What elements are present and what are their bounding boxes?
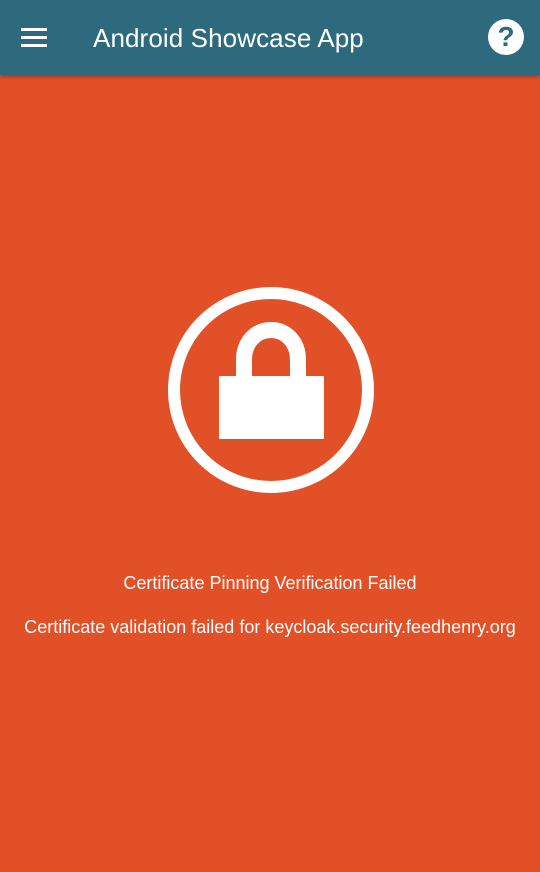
app-bar: Android Showcase App ? xyxy=(0,0,540,75)
padlock-icon xyxy=(168,287,374,493)
help-button[interactable]: ? xyxy=(488,19,524,55)
certificate-pinning-content: Certificate Pinning Verification Failed … xyxy=(0,75,540,872)
hamburger-menu-icon xyxy=(21,28,47,47)
verification-failed-detail: Certificate validation failed for keyclo… xyxy=(24,617,516,637)
navigation-drawer-button[interactable] xyxy=(14,19,54,57)
app-screen: Android Showcase App ? Certificate Pinni… xyxy=(0,0,540,872)
help-question-icon: ? xyxy=(488,19,524,55)
verification-failed-title: Certificate Pinning Verification Failed xyxy=(123,573,417,593)
app-title: Android Showcase App xyxy=(93,23,364,53)
